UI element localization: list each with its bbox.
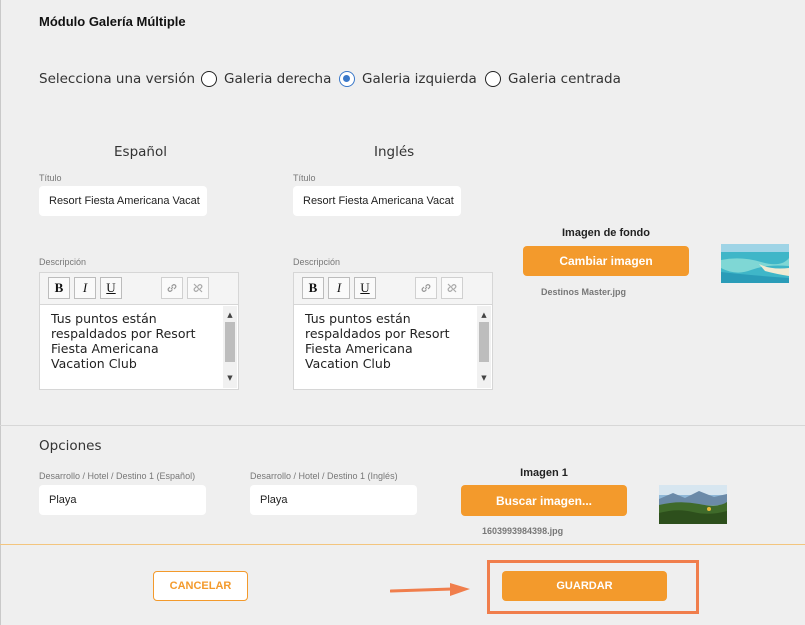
change-image-button[interactable]: Cambiar imagen (523, 246, 689, 276)
spanish-title-input[interactable]: Resort Fiesta Americana Vacat (39, 186, 207, 216)
underline-button[interactable]: U (100, 277, 122, 299)
radio-label: Galeria izquierda (362, 71, 477, 87)
scrollbar[interactable]: ▲ ▼ (223, 306, 237, 388)
spanish-editor-toolbar: B I U (39, 272, 239, 305)
destination-es-label: Desarrollo / Hotel / Destino 1 (Español) (39, 471, 196, 481)
unlink-icon[interactable] (441, 277, 463, 299)
english-editor-toolbar: B I U (293, 272, 493, 305)
radio-galeria-derecha[interactable]: Galeria derecha (201, 71, 331, 87)
unlink-icon[interactable] (187, 277, 209, 299)
english-description-editor[interactable]: Tus puntos están respaldados por Resort … (293, 305, 493, 390)
scrollbar[interactable]: ▲ ▼ (477, 306, 491, 388)
english-title-label: Título (293, 173, 316, 183)
underline-button[interactable]: U (354, 277, 376, 299)
link-icon[interactable] (161, 277, 183, 299)
background-image-filename: Destinos Master.jpg (541, 287, 627, 297)
spanish-description-editor[interactable]: Tus puntos están respaldados por Resort … (39, 305, 239, 390)
arrow-right-icon (390, 583, 470, 596)
english-title-input[interactable]: Resort Fiesta Americana Vacat (293, 186, 461, 216)
version-label: Selecciona una versión (39, 71, 196, 87)
scroll-thumb[interactable] (479, 322, 489, 362)
destination-es-input[interactable]: Playa (39, 485, 206, 515)
window-edge (0, 0, 1, 625)
spanish-title-label: Título (39, 173, 62, 183)
radio-galeria-izquierda[interactable]: Galeria izquierda (339, 71, 477, 87)
background-image-label: Imagen de fondo (562, 227, 650, 239)
background-image-thumbnail (721, 244, 789, 283)
destination-en-input[interactable]: Playa (250, 485, 417, 515)
section-divider (0, 425, 805, 426)
scroll-down-icon[interactable]: ▼ (477, 371, 491, 386)
scroll-up-icon[interactable]: ▲ (477, 308, 491, 323)
image-1-label: Imagen 1 (520, 467, 568, 479)
search-image-button[interactable]: Buscar imagen... (461, 485, 627, 516)
scroll-thumb[interactable] (225, 322, 235, 362)
cancel-button[interactable]: CANCELAR (153, 571, 248, 601)
radio-galeria-centrada[interactable]: Galeria centrada (485, 71, 621, 87)
footer-divider (0, 544, 805, 545)
english-description-label: Descripción (293, 257, 341, 267)
radio-circle[interactable] (201, 71, 217, 87)
spanish-description-label: Descripción (39, 257, 87, 267)
spanish-heading: Español (114, 144, 167, 160)
english-description-text: Tus puntos están respaldados por Resort … (305, 311, 450, 371)
save-button[interactable]: GUARDAR (502, 571, 667, 601)
image-1-thumbnail (659, 485, 727, 524)
scroll-up-icon[interactable]: ▲ (223, 308, 237, 323)
scroll-down-icon[interactable]: ▼ (223, 371, 237, 386)
bold-button[interactable]: B (302, 277, 324, 299)
radio-label: Galeria derecha (224, 71, 332, 87)
radio-circle-selected[interactable] (339, 71, 355, 87)
module-title: Módulo Galería Múltiple (39, 14, 186, 29)
italic-button[interactable]: I (74, 277, 96, 299)
destination-en-label: Desarrollo / Hotel / Destino 1 (Inglés) (250, 471, 398, 481)
english-heading: Inglés (374, 144, 415, 160)
link-icon[interactable] (415, 277, 437, 299)
bold-button[interactable]: B (48, 277, 70, 299)
radio-label: Galeria centrada (508, 71, 621, 87)
italic-button[interactable]: I (328, 277, 350, 299)
options-heading: Opciones (39, 438, 102, 454)
spanish-description-text: Tus puntos están respaldados por Resort … (51, 311, 196, 371)
radio-circle[interactable] (485, 71, 501, 87)
image-1-filename: 1603993984398.jpg (482, 526, 564, 536)
